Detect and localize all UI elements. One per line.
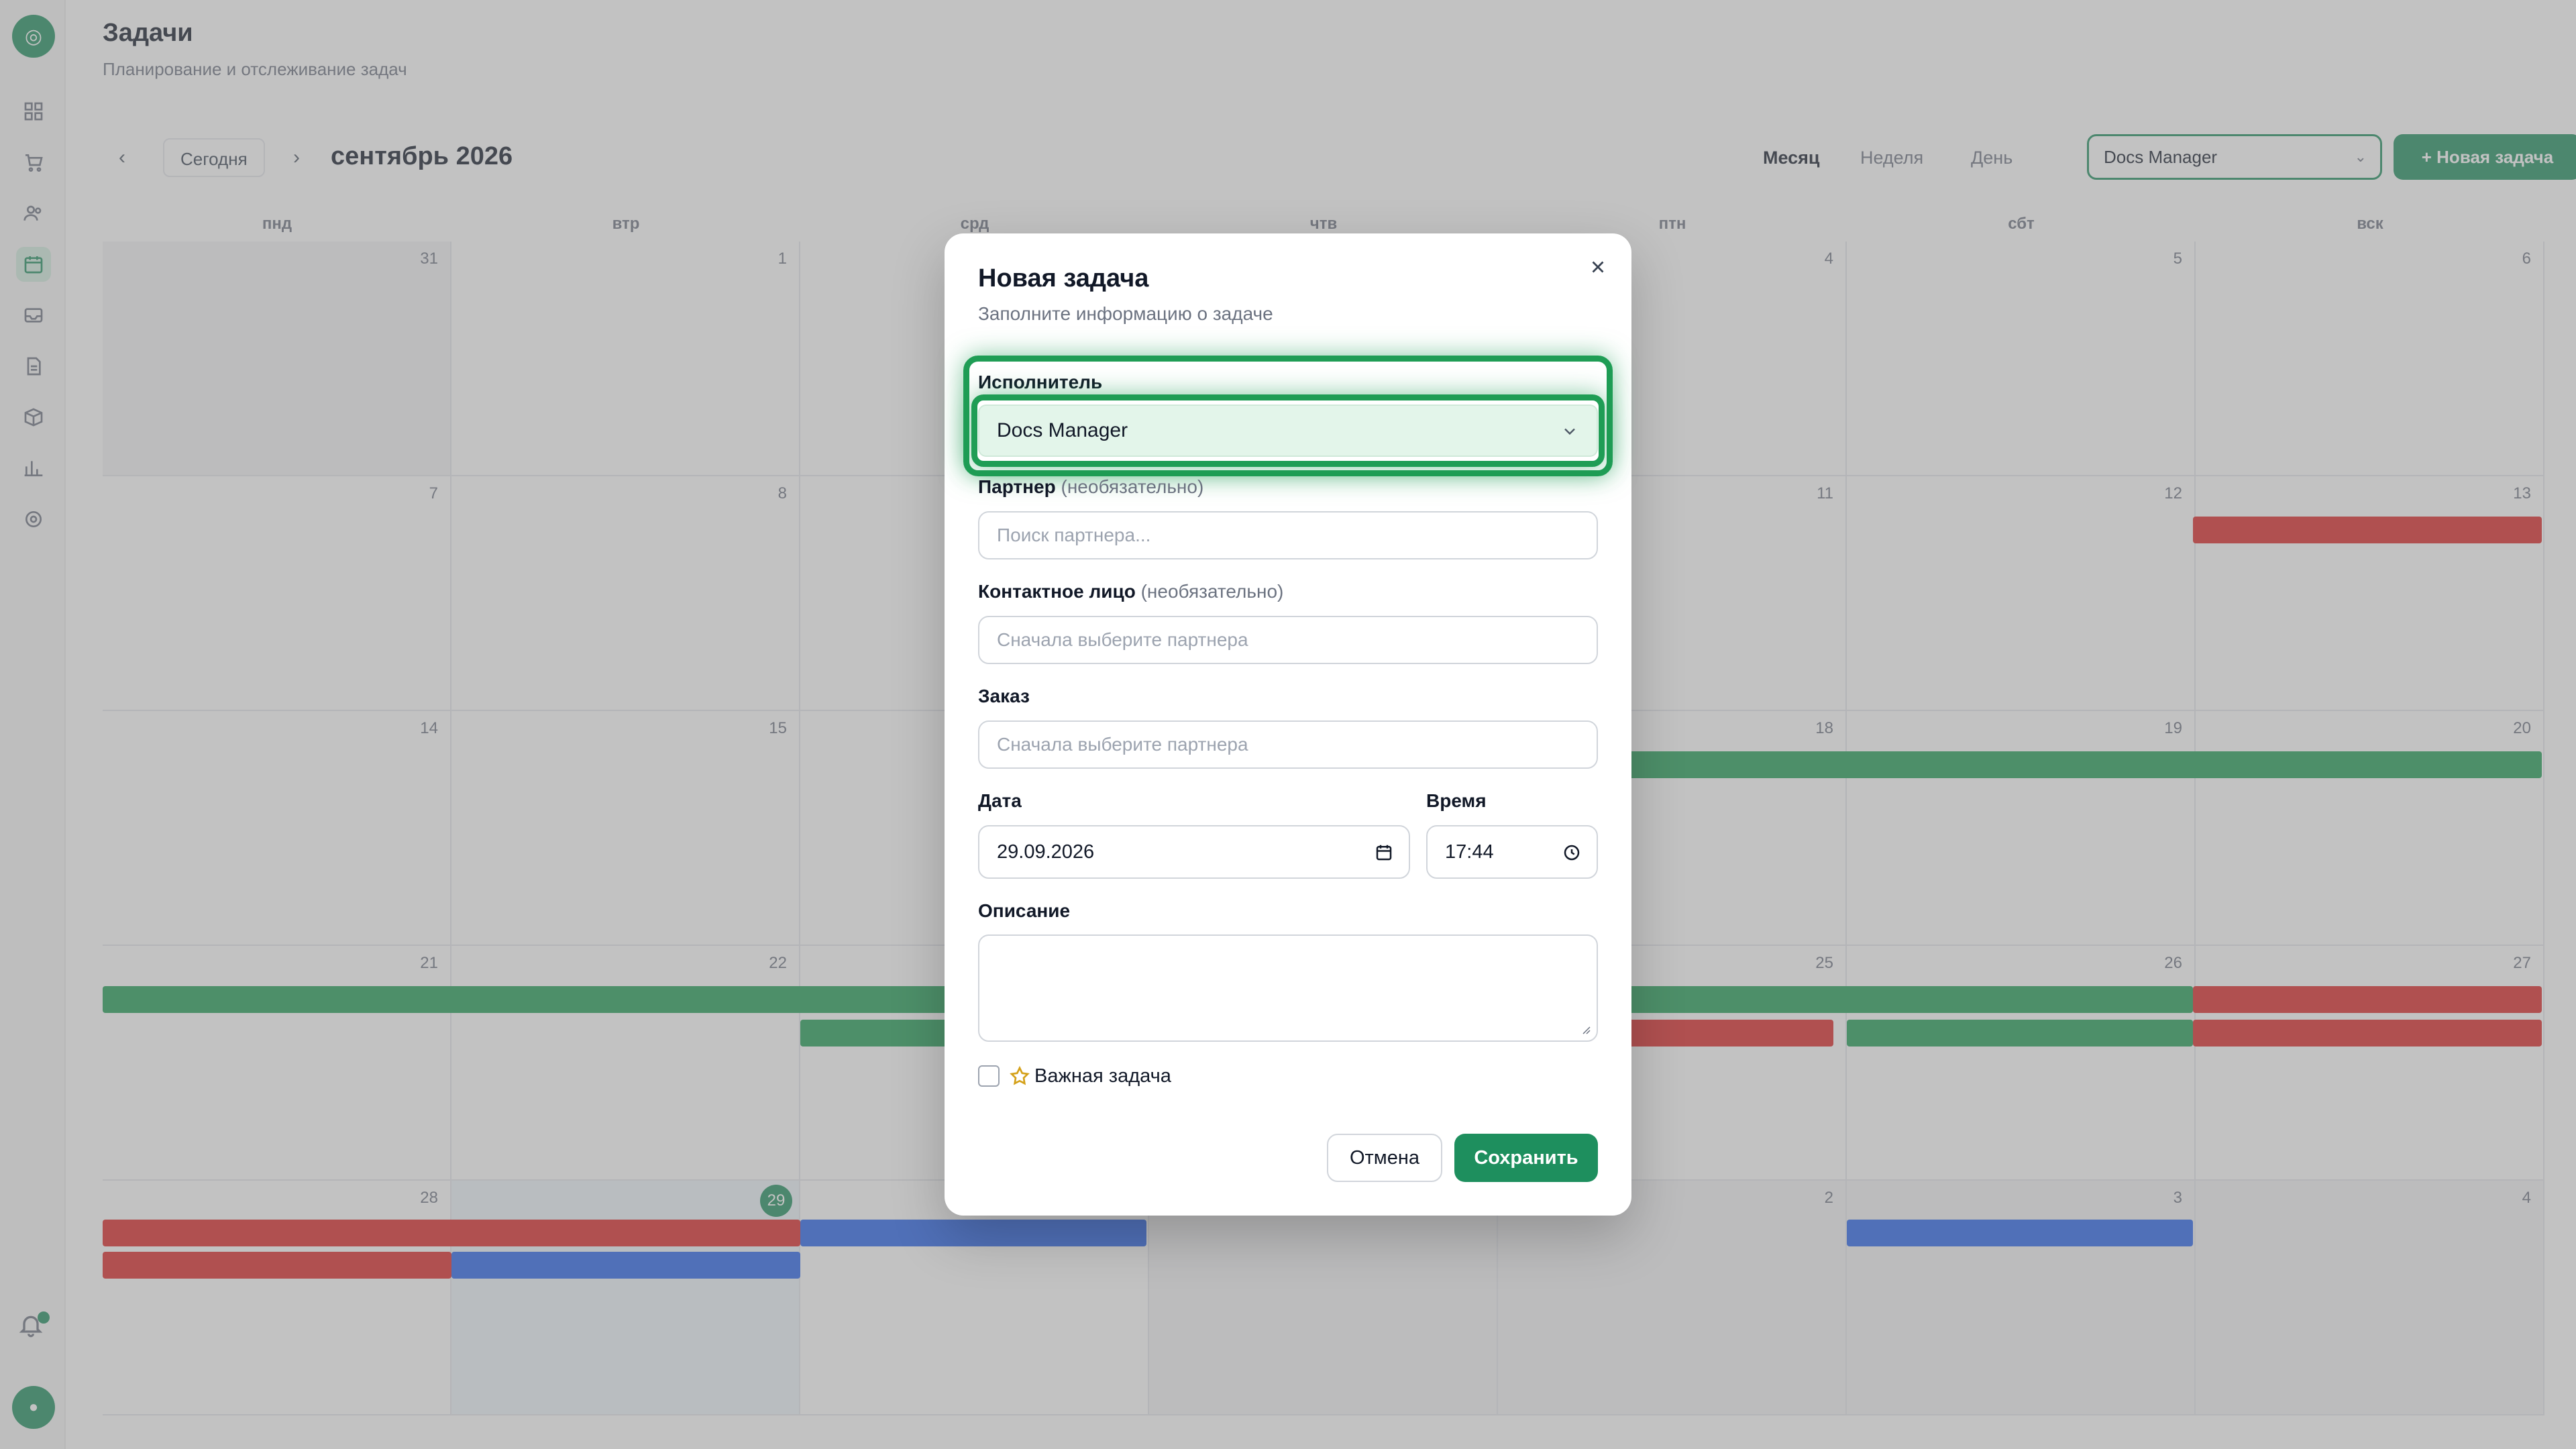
contact-optional-text: (необязательно)	[1140, 581, 1284, 602]
description-textarea[interactable]	[978, 934, 1598, 1042]
resize-grip-icon[interactable]	[1580, 1024, 1591, 1035]
dialog-description: Заполните информацию о задаче	[978, 303, 1273, 324]
order-label: Заказ	[978, 686, 1030, 706]
calendar-icon	[1376, 845, 1392, 861]
date-input[interactable]: 29.09.2026	[978, 825, 1410, 879]
time-label: Время	[1426, 790, 1487, 811]
cancel-button[interactable]: Отмена	[1327, 1134, 1442, 1182]
assignee-select[interactable]: Docs Manager	[978, 405, 1598, 457]
clock-icon	[1564, 845, 1580, 861]
assignee-label: Исполнитель	[978, 372, 1103, 392]
important-checkbox[interactable]	[978, 1065, 1000, 1087]
description-label: Описание	[978, 900, 1071, 921]
partner-search-input[interactable]	[978, 511, 1598, 559]
save-button[interactable]: Сохранить	[1454, 1134, 1598, 1182]
order-input[interactable]	[978, 720, 1598, 769]
partner-optional-text: (необязательно)	[1061, 476, 1204, 497]
star-icon	[1010, 1065, 1030, 1085]
date-label: Дата	[978, 790, 1022, 811]
important-label[interactable]: Важная задача	[1034, 1065, 1171, 1087]
contact-label-text: Контактное лицо	[978, 581, 1136, 602]
app-root: ◎ ● Задачи Планирование и отслеживание з…	[0, 0, 2576, 1449]
chevron-down-icon	[1564, 428, 1575, 435]
close-button[interactable]	[1585, 254, 1611, 280]
contact-label: Контактное лицо (необязательно)	[978, 581, 1283, 602]
new-task-dialog: Новая задача Заполните информацию о зада…	[945, 233, 1631, 1216]
date-value: 29.09.2026	[997, 841, 1095, 863]
time-input[interactable]: 17:44	[1426, 825, 1598, 879]
contact-input[interactable]	[978, 616, 1598, 664]
time-value: 17:44	[1445, 841, 1494, 863]
partner-label: Партнер (необязательно)	[978, 476, 1203, 498]
assignee-value: Docs Manager	[997, 419, 1128, 441]
partner-label-text: Партнер	[978, 476, 1056, 497]
dialog-title: Новая задача	[978, 264, 1149, 292]
close-icon	[1592, 261, 1604, 273]
